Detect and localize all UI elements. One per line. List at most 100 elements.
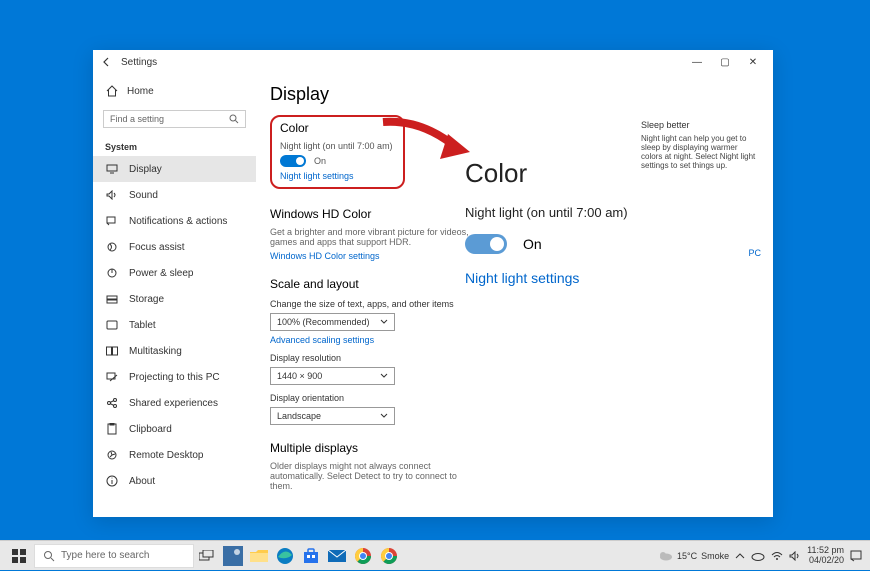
tablet-icon (105, 318, 119, 332)
search-input[interactable]: Find a setting (103, 110, 246, 128)
sidebar-home[interactable]: Home (93, 78, 256, 104)
zoom-callout: Color Night light (on until 7:00 am) On … (465, 158, 755, 286)
zoom-night-light-state: On (523, 236, 542, 252)
sidebar-group-label: System (93, 134, 256, 156)
orientation-dropdown[interactable]: Landscape (270, 407, 395, 425)
tray-wifi-icon[interactable] (771, 551, 783, 561)
weather-cond: Smoke (701, 551, 729, 561)
taskbar-search-placeholder: Type here to search (61, 550, 149, 561)
taskbar-app-widget[interactable] (220, 543, 246, 569)
taskbar-app-chrome[interactable] (350, 543, 376, 569)
sidebar-item-projecting[interactable]: Projecting to this PC (93, 364, 256, 390)
sidebar-item-label: Focus assist (129, 242, 185, 253)
display-icon (105, 162, 119, 176)
tray-date: 04/02/20 (807, 556, 844, 566)
sidebar-item-notifications[interactable]: Notifications & actions (93, 208, 256, 234)
window-title: Settings (121, 57, 683, 68)
orientation-label: Display orientation (270, 393, 759, 403)
power-icon (105, 266, 119, 280)
page-title: Display (270, 84, 759, 105)
sidebar-item-label: Tablet (129, 320, 156, 331)
sidebar-item-label: Power & sleep (129, 268, 193, 279)
multi-displays-heading: Multiple displays (270, 441, 759, 455)
taskbar-app-explorer[interactable] (246, 543, 272, 569)
system-tray: 15°C Smoke 11:52 pm 04/02/20 (655, 546, 866, 566)
weather-icon (659, 550, 673, 562)
taskbar-search[interactable]: Type here to search (34, 544, 194, 568)
zoom-color-heading: Color (465, 158, 755, 189)
sidebar: Home Find a setting System Display Sound (93, 74, 256, 517)
tray-volume-icon[interactable] (789, 551, 801, 561)
sidebar-item-shared-experiences[interactable]: Shared experiences (93, 390, 256, 416)
sidebar-item-label: Sound (129, 190, 158, 201)
chevron-down-icon (380, 413, 388, 419)
text-size-label: Change the size of text, apps, and other… (270, 299, 759, 309)
search-icon (43, 550, 55, 562)
tray-chevron-up-icon[interactable] (735, 552, 745, 560)
night-light-toggle[interactable] (280, 155, 306, 167)
sidebar-item-label: About (129, 476, 155, 487)
resolution-label: Display resolution (270, 353, 759, 363)
notifications-icon (105, 214, 119, 228)
sidebar-item-label: Notifications & actions (129, 216, 227, 227)
text-size-dropdown[interactable]: 100% (Recommended) (270, 313, 395, 331)
sidebar-item-label: Display (129, 164, 162, 175)
storage-icon (105, 292, 119, 306)
tray-clock[interactable]: 11:52 pm 04/02/20 (807, 546, 844, 566)
about-icon (105, 474, 119, 488)
text-size-value: 100% (Recommended) (277, 317, 370, 327)
hd-color-desc: Get a brighter and more vibrant picture … (270, 227, 470, 247)
taskbar-app-mail[interactable] (324, 543, 350, 569)
taskbar-app-store[interactable] (298, 543, 324, 569)
search-placeholder: Find a setting (110, 114, 164, 124)
tray-action-center-icon[interactable] (850, 550, 862, 562)
sidebar-item-remote-desktop[interactable]: Remote Desktop (93, 442, 256, 468)
sidebar-item-label: Storage (129, 294, 164, 305)
sidebar-item-multitasking[interactable]: Multitasking (93, 338, 256, 364)
taskbar-app-chrome-2[interactable] (376, 543, 402, 569)
minimize-button[interactable]: — (683, 50, 711, 74)
chevron-down-icon (380, 373, 388, 379)
sidebar-item-storage[interactable]: Storage (93, 286, 256, 312)
annotation-arrow (378, 114, 478, 174)
weather-widget[interactable]: 15°C Smoke (659, 550, 729, 562)
home-icon (105, 84, 119, 98)
close-button[interactable]: ✕ (739, 50, 767, 74)
tray-onedrive-icon[interactable] (751, 551, 765, 561)
focus-assist-icon (105, 240, 119, 254)
sidebar-item-tablet[interactable]: Tablet (93, 312, 256, 338)
back-button[interactable] (99, 54, 115, 70)
sidebar-item-focus-assist[interactable]: Focus assist (93, 234, 256, 260)
zoom-night-light-settings-link[interactable]: Night light settings (465, 270, 755, 286)
remote-desktop-icon (105, 448, 119, 462)
start-button[interactable] (4, 541, 34, 571)
sidebar-item-display[interactable]: Display (93, 156, 256, 182)
resolution-dropdown[interactable]: 1440 × 900 (270, 367, 395, 385)
taskbar-app-edge[interactable] (272, 543, 298, 569)
orientation-value: Landscape (277, 411, 321, 421)
zoom-night-light-toggle[interactable] (465, 234, 507, 254)
sidebar-item-clipboard[interactable]: Clipboard (93, 416, 256, 442)
sidebar-item-power-sleep[interactable]: Power & sleep (93, 260, 256, 286)
sidebar-home-label: Home (127, 86, 154, 97)
sleep-better-heading: Sleep better (641, 120, 761, 130)
sidebar-item-sound[interactable]: Sound (93, 182, 256, 208)
sidebar-item-label: Shared experiences (129, 398, 218, 409)
main-pane: Display Color Night light (on until 7:00… (256, 74, 773, 517)
sidebar-item-label: Projecting to this PC (129, 372, 220, 383)
clipboard-icon (105, 422, 119, 436)
projecting-icon (105, 370, 119, 384)
resolution-value: 1440 × 900 (277, 371, 322, 381)
advanced-scaling-link[interactable]: Advanced scaling settings (270, 335, 759, 345)
search-icon (229, 114, 239, 124)
sidebar-item-about[interactable]: About (93, 468, 256, 494)
task-view-button[interactable] (194, 543, 220, 569)
sidebar-item-label: Multitasking (129, 346, 182, 357)
sidebar-item-label: Clipboard (129, 424, 172, 435)
zoom-night-light-label: Night light (on until 7:00 am) (465, 205, 755, 220)
night-light-state: On (314, 156, 326, 166)
maximize-button[interactable]: ▢ (711, 50, 739, 74)
sidebar-item-label: Remote Desktop (129, 450, 203, 461)
shared-icon (105, 396, 119, 410)
taskbar: Type here to search 15°C Smoke 11:52 pm … (0, 540, 870, 570)
